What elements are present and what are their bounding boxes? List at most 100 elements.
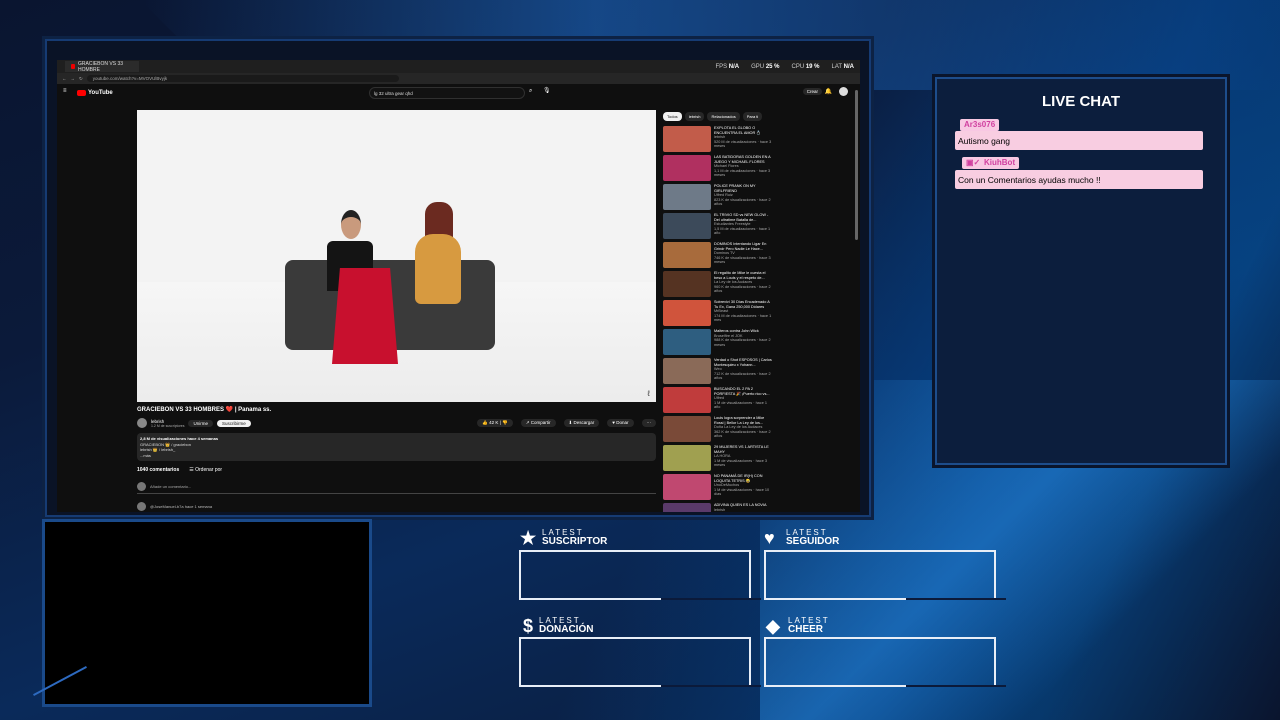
related-video-views: 1 M de visualizaciones · hace 10 días [714, 487, 770, 497]
forward-icon[interactable]: → [71, 76, 76, 81]
related-video-meta: NO PANAMÁ DE IR(H) CON LOQUITA TETRIS 😂 U… [714, 474, 774, 503]
heart-icon: ♥ [764, 528, 775, 548]
search-icon[interactable]: ⌕ [529, 88, 532, 95]
donate-button[interactable]: ♥ Donar [607, 419, 634, 427]
channel-row: lebrish 1.2 M de suscriptores Unirme Sus… [137, 416, 656, 430]
related-video-item[interactable]: ADIVINA QUIEN ES LA NOVIA lebrish [663, 503, 858, 512]
tab-bar: GRACIEBON VS 33 HOMBRE FPS N/A GPU 25 % … [57, 60, 860, 73]
video-description[interactable]: 2,8 M de visualizaciones hace 4 semanas … [137, 433, 656, 461]
related-video-title[interactable]: LAS BATIDORAS GOLDEN EN A JUEGO Y MICHAE… [714, 155, 774, 164]
video-thumbnail[interactable] [663, 242, 711, 268]
related-video-title[interactable]: Verdad o Shot ESPOSOS | Carlos Montesqui… [714, 358, 774, 367]
video-thumbnail[interactable] [663, 445, 711, 471]
related-video-meta: ADIVINA QUIEN ES LA NOVIA lebrish [714, 503, 774, 512]
bell-icon[interactable]: 🔔 [825, 88, 832, 95]
related-video-item[interactable]: El regalito de Mike le cuesta el beso a … [663, 271, 858, 300]
more-icon[interactable]: ⋯ [641, 419, 656, 427]
add-comment-field[interactable]: Añade un comentario... [137, 482, 656, 494]
scrollbar[interactable] [855, 90, 858, 240]
related-video-item[interactable]: LAS BATIDORAS GOLDEN EN A JUEGO Y MICHAE… [663, 155, 858, 184]
related-video-title[interactable]: El regalito de Mike le cuesta el beso a … [714, 271, 774, 280]
latest-donation-box [519, 637, 761, 687]
video-thumbnail[interactable] [663, 387, 711, 413]
youtube-logo-icon [77, 90, 86, 96]
related-video-meta: El regalito de Mike le cuesta el beso a … [714, 271, 774, 300]
video-thumbnail[interactable] [663, 416, 711, 442]
back-icon[interactable]: ← [62, 76, 67, 81]
related-video-title[interactable]: BUSCANDO EL 2 PA 2 PORFIESTA 🎉 ¡Puerto r… [714, 387, 774, 396]
video-thumbnail[interactable] [663, 184, 711, 210]
browser-tab[interactable]: GRACIEBON VS 33 HOMBRE [65, 61, 139, 73]
related-video-item[interactable]: EXPLOTA EL GLOBO O ENCUENTRA EL AMOR 💍 le… [663, 126, 858, 155]
related-video-title[interactable]: ADIVINA QUIEN ES LA NOVIA [714, 503, 774, 508]
youtube-logo[interactable]: YouTube [77, 90, 113, 96]
subscribe-button[interactable]: Suscribirme [216, 419, 251, 427]
related-video-title[interactable]: 29 MUJERES VS 1 ARTISTA LE MAHY [714, 445, 774, 454]
video-thumbnail[interactable] [663, 329, 711, 355]
related-video-views: 362 K de visualizaciones · hace 2 años [714, 429, 771, 439]
chat-username: ▣✓ KiuhBot [962, 157, 1020, 169]
related-video-item[interactable]: NO PANAMÁ DE IR(H) CON LOQUITA TETRIS 😂 U… [663, 474, 858, 503]
related-video-item[interactable]: BUSCANDO EL 2 PA 2 PORFIESTA 🎉 ¡Puerto r… [663, 387, 858, 416]
video-thumbnail[interactable] [663, 503, 711, 512]
chip-todos[interactable]: Todos [663, 112, 682, 121]
microphone-icon[interactable]: 🎙 [543, 87, 551, 94]
related-video-title[interactable]: DOMINOS Intentando Ligar En Grindr Pero … [714, 242, 774, 251]
video-thumbnail[interactable] [663, 300, 711, 326]
video-title: GRACIEBON VS 33 HOMBRES ❤️ | Panama ss. [137, 407, 272, 413]
related-video-title[interactable]: NO PANAMÁ DE IR(H) CON LOQUITA TETRIS 😂 [714, 474, 774, 483]
avatar[interactable] [839, 87, 848, 96]
reload-icon[interactable]: ↻ [79, 76, 83, 82]
latest-follower-label: ♥ LATEST SEGUIDOR [764, 528, 840, 548]
related-video-item[interactable]: Sobreviví 30 Días Encadenado A Tu Ex, Ga… [663, 300, 858, 329]
chip-lebrish[interactable]: lebrish [684, 112, 705, 121]
video-thumbnail[interactable] [663, 474, 711, 500]
search-input[interactable]: lg 32 ultra gear qhd [369, 87, 525, 99]
description-more[interactable]: ...más [140, 453, 653, 459]
related-video-meta: POLICE PRANK ON MY GIRLFRIEND Ulfred Ruiz… [714, 184, 774, 213]
url-field[interactable]: youtube.com/watch?v=MVOVUlBvyjk [86, 75, 399, 82]
comments-count: 1040 comentarios [137, 467, 180, 473]
channel-avatar[interactable] [137, 418, 147, 428]
join-button[interactable]: Unirme [188, 419, 213, 427]
related-video-views: 746 K de visualizaciones · hace 3 meses [714, 255, 771, 265]
related-video-meta: LAS BATIDORAS GOLDEN EN A JUEGO Y MICHAE… [714, 155, 774, 184]
related-videos-list: EXPLOTA EL GLOBO O ENCUENTRA EL AMOR 💍 le… [663, 126, 858, 512]
related-video-item[interactable]: Malteros contra John Wick Bruselfire el J… [663, 329, 858, 358]
related-video-item[interactable]: POLICE PRANK ON MY GIRLFRIEND Ulfred Ruiz… [663, 184, 858, 213]
related-video-views: 520 M de visualizaciones · hace 3 meses [714, 139, 772, 149]
video-thumbnail[interactable] [663, 358, 711, 384]
share-button[interactable]: ↗ Compartir [520, 419, 556, 427]
video-thumbnail[interactable] [663, 155, 711, 181]
create-button[interactable]: Crear [802, 88, 822, 95]
related-video-item[interactable]: DOMINOS Intentando Ligar En Grindr Pero … [663, 242, 858, 271]
related-video-views: 1,1 M de visualizaciones · hace 3 meses [714, 168, 771, 178]
related-video-item[interactable]: Louis logra sorprender a Mike Rossi | Be… [663, 416, 858, 445]
comment-item: @JoseManuel-b7a hace 1 semana [137, 502, 212, 511]
latest-follower-box [764, 550, 1006, 600]
related-video-title[interactable]: POLICE PRANK ON MY GIRLFRIEND [714, 184, 774, 193]
video-player[interactable]: ℓ [137, 110, 656, 402]
like-button[interactable]: 👍 42 K | 👎 [477, 419, 513, 427]
related-video-title[interactable]: EL TRIVIO SD vs NEW GLOW - Del ultratime… [714, 213, 774, 222]
related-video-channel[interactable]: lebrish [714, 508, 774, 512]
video-thumbnail[interactable] [663, 126, 711, 152]
menu-icon[interactable]: ≡ [63, 88, 67, 94]
related-video-item[interactable]: EL TRIVIO SD vs NEW GLOW - Del ultratime… [663, 213, 858, 242]
related-video-title[interactable]: Louis logra sorprender a Mike Rossi | Be… [714, 416, 774, 425]
chat-message: Con un Comentarios ayudas mucho !! [955, 170, 1203, 189]
related-video-title[interactable]: EXPLOTA EL GLOBO O ENCUENTRA EL AMOR 💍 [714, 126, 774, 135]
chip-para-ti[interactable]: Para ti [742, 112, 763, 121]
sort-button[interactable]: ☰ Ordenar por [189, 467, 222, 473]
related-video-views: 712 K de visualizaciones · hace 2 años [714, 371, 771, 381]
related-video-item[interactable]: Verdad o Shot ESPOSOS | Carlos Montesqui… [663, 358, 858, 387]
video-actions: 👍 42 K | 👎 ↗ Compartir ⬇ Descargar ♥ Don… [473, 419, 656, 427]
video-thumbnail[interactable] [663, 213, 711, 239]
download-button[interactable]: ⬇ Descargar [563, 419, 600, 427]
address-bar-row: ← → ↻ youtube.com/watch?v=MVOVUlBvyjk [57, 73, 860, 84]
related-video-title[interactable]: Sobreviví 30 Días Encadenado A Tu Ex, Ga… [714, 300, 774, 309]
chip-relacionados[interactable]: Relacionados [707, 112, 740, 121]
related-video-item[interactable]: 29 MUJERES VS 1 ARTISTA LE MAHY LA HORA 1 … [663, 445, 858, 474]
video-thumbnail[interactable] [663, 271, 711, 297]
latest-subscriber-label: ★ LATEST SUSCRIPTOR [520, 528, 608, 548]
